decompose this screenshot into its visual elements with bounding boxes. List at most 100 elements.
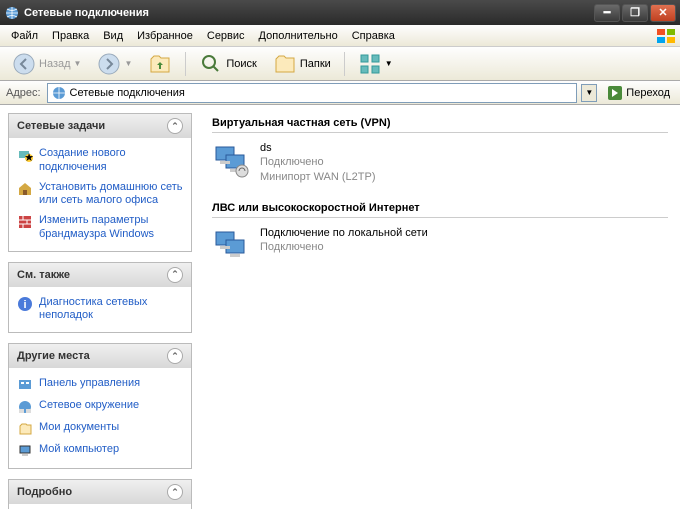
chevron-down-icon: ▼ [124,59,132,68]
vpn-connection-icon [212,141,252,181]
folders-button[interactable]: Папки [267,49,337,79]
panel-title: Подробно [17,486,72,498]
menu-favorites[interactable]: Избранное [130,28,200,44]
place-network-places[interactable]: Сетевое окружение [17,396,183,418]
panel-title: См. также [17,269,70,281]
firewall-icon [17,214,33,230]
address-label: Адрес: [4,87,43,99]
new-connection-icon: ★ [17,147,33,163]
task-label: Создание нового подключения [39,147,183,175]
network-places-icon [17,399,33,415]
connection-item[interactable]: Подключение по локальной сети Подключено [212,226,668,266]
search-button[interactable]: Поиск [193,49,262,79]
chevron-down-icon: ▼ [585,88,593,97]
forward-icon [97,52,121,76]
search-icon [199,52,223,76]
menu-view[interactable]: Вид [96,28,130,44]
task-new-connection[interactable]: ★ Создание нового подключения [17,144,183,178]
views-icon [358,52,382,76]
views-button[interactable]: ▼ [352,49,399,79]
toolbar-separator [344,52,345,76]
forward-button[interactable]: ▼ [91,49,138,79]
task-label: Установить домашнюю сеть или сеть малого… [39,181,183,209]
collapse-icon: ⌃ [167,484,183,500]
titlebar: Сетевые подключения ━ ❐ ✕ [0,0,680,25]
chevron-down-icon: ▼ [74,59,82,68]
menu-help[interactable]: Справка [345,28,402,44]
details-panel: Подробно ⌃ Сетевые подключения Системная… [8,479,192,509]
minimize-button[interactable]: ━ [594,4,620,22]
collapse-icon: ⌃ [167,348,183,364]
go-icon [607,85,623,101]
folders-icon [273,52,297,76]
panel-title: Другие места [17,350,90,362]
task-label: Мои документы [39,421,119,435]
connection-text: Подключение по локальной сети Подключено [260,226,428,255]
collapse-icon: ⌃ [167,267,183,283]
back-button[interactable]: Назад ▼ [6,49,87,79]
computer-icon [17,443,33,459]
menu-tools[interactable]: Сервис [200,28,252,44]
windows-logo-icon [656,28,676,44]
toolbar: Назад ▼ ▼ Поиск Папки ▼ [0,47,680,81]
svg-text:i: i [23,299,26,311]
chevron-down-icon: ▼ [385,59,393,68]
connection-name: ds [260,141,376,155]
svg-text:★: ★ [24,152,33,163]
control-panel-icon [17,377,33,393]
task-label: Панель управления [39,377,140,391]
task-label: Сетевое окружение [39,399,139,413]
menu-edit[interactable]: Правка [45,28,96,44]
group-header-lan: ЛВС или высокоскоростной Интернет [212,198,668,218]
menu-advanced[interactable]: Дополнительно [252,28,345,44]
go-button[interactable]: Переход [601,83,676,103]
panel-body: i Диагностика сетевых неполадок [9,287,191,333]
network-connections-icon [51,85,67,101]
back-icon [12,52,36,76]
folders-label: Папки [300,58,331,70]
go-label: Переход [626,87,670,99]
content-area: Виртуальная частная сеть (VPN) ds Подклю… [200,105,680,509]
lan-connection-icon [212,226,252,266]
address-field[interactable]: Сетевые подключения [47,83,578,103]
folder-up-icon [148,52,172,76]
up-button[interactable] [142,49,178,79]
task-home-network[interactable]: Установить домашнюю сеть или сеть малого… [17,178,183,212]
place-my-documents[interactable]: Мои документы [17,418,183,440]
panel-header[interactable]: Сетевые задачи ⌃ [9,114,191,138]
address-value: Сетевые подключения [70,87,185,99]
task-label: Изменить параметры брандмаузра Windows [39,214,183,242]
menu-file[interactable]: Файл [4,28,45,44]
task-firewall[interactable]: Изменить параметры брандмаузра Windows [17,211,183,245]
task-label: Мой компьютер [39,443,119,457]
connection-status: Подключено [260,155,376,169]
place-control-panel[interactable]: Панель управления [17,374,183,396]
collapse-icon: ⌃ [167,118,183,134]
connection-device: Минипорт WAN (L2TP) [260,170,376,184]
panel-header[interactable]: Другие места ⌃ [9,344,191,368]
task-label: Диагностика сетевых неполадок [39,296,183,324]
window-title: Сетевые подключения [24,7,592,19]
connection-name: Подключение по локальной сети [260,226,428,240]
connection-status: Подключено [260,240,428,254]
place-my-computer[interactable]: Мой компьютер [17,440,183,462]
home-network-icon [17,181,33,197]
panel-header[interactable]: Подробно ⌃ [9,480,191,504]
connection-text: ds Подключено Минипорт WAN (L2TP) [260,141,376,184]
connection-item[interactable]: ds Подключено Минипорт WAN (L2TP) [212,141,668,184]
network-tasks-panel: Сетевые задачи ⌃ ★ Создание нового подкл… [8,113,192,252]
see-also-panel: См. также ⌃ i Диагностика сетевых непола… [8,262,192,334]
network-connections-icon [4,5,20,21]
address-dropdown-button[interactable]: ▼ [581,84,597,102]
search-label: Поиск [226,58,256,70]
task-diagnostics[interactable]: i Диагностика сетевых неполадок [17,293,183,327]
panel-header[interactable]: См. также ⌃ [9,263,191,287]
maximize-button[interactable]: ❐ [622,4,648,22]
close-button[interactable]: ✕ [650,4,676,22]
back-label: Назад [39,58,71,70]
panel-body: ★ Создание нового подключения Установить… [9,138,191,251]
panel-body: Панель управления Сетевое окружение Мои … [9,368,191,468]
panel-title: Сетевые задачи [17,120,105,132]
client-area: Сетевые задачи ⌃ ★ Создание нового подкл… [0,105,680,509]
sidebar: Сетевые задачи ⌃ ★ Создание нового подкл… [0,105,200,509]
